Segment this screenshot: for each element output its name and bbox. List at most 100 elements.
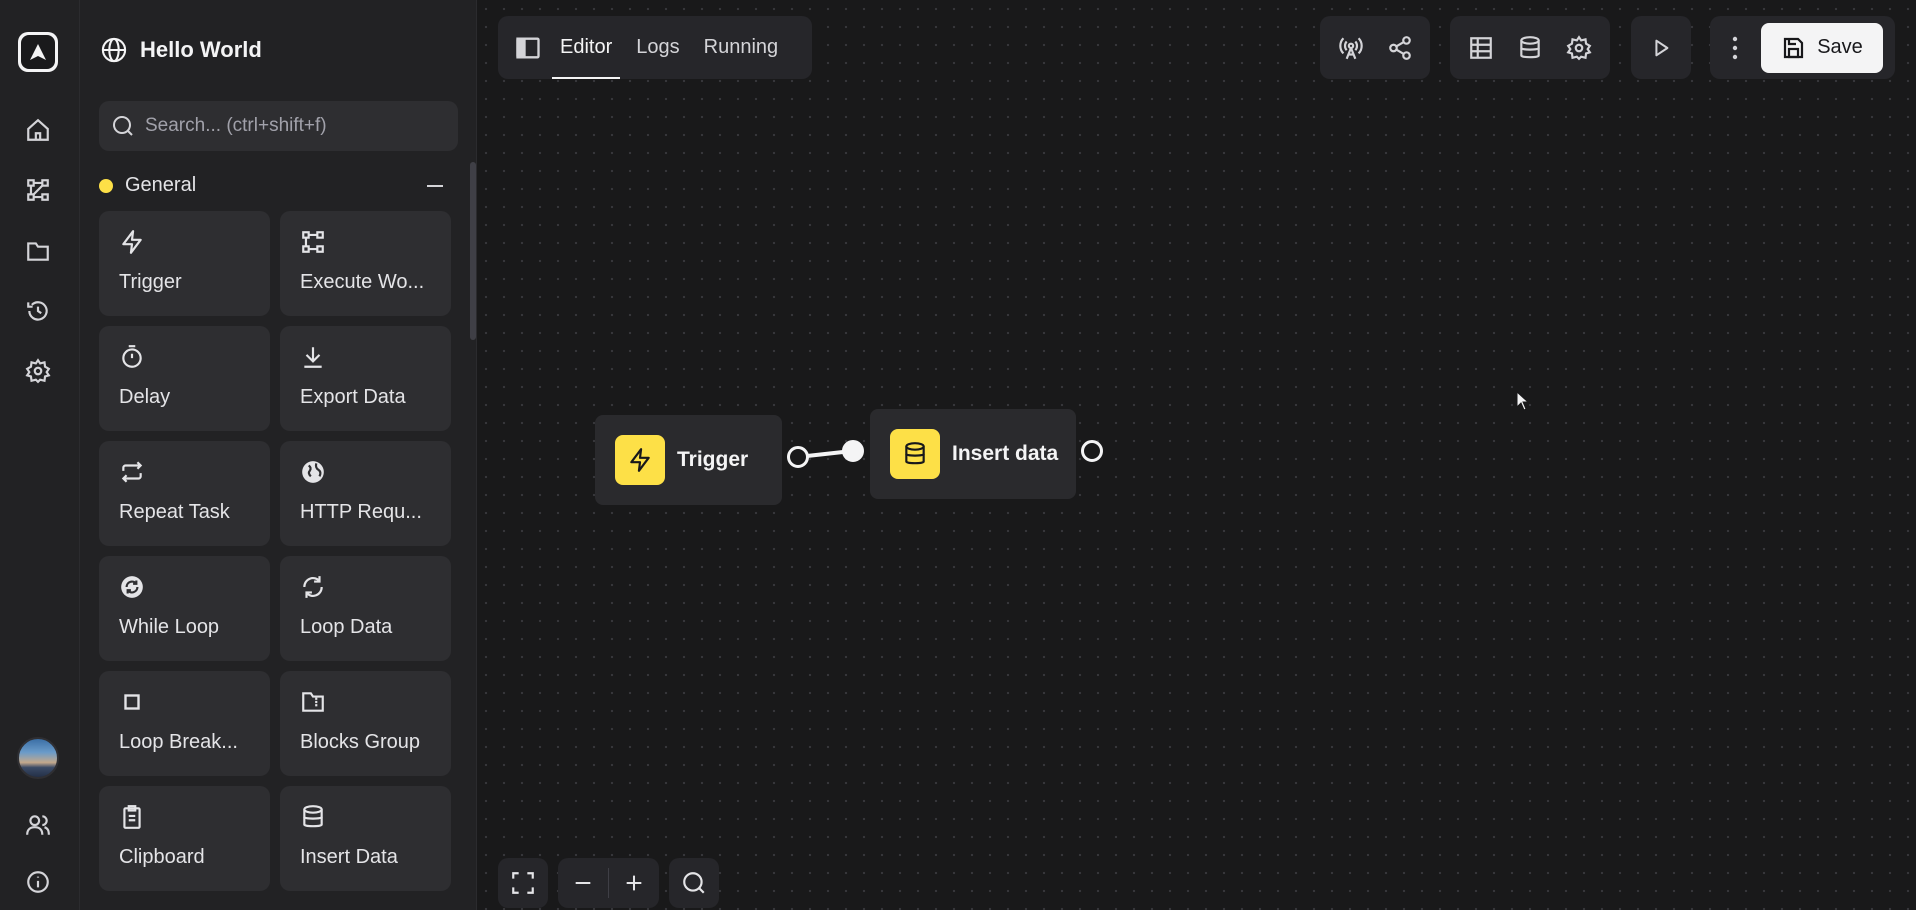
editor-tabs: Editor Logs Running bbox=[498, 16, 812, 79]
data-group bbox=[1450, 16, 1610, 79]
lightning-icon bbox=[122, 230, 142, 254]
home-button[interactable] bbox=[18, 110, 58, 150]
refresh-icon bbox=[303, 576, 323, 598]
globe-icon bbox=[302, 461, 324, 483]
workflow-settings-button[interactable] bbox=[1559, 27, 1600, 69]
team-button[interactable] bbox=[18, 805, 58, 845]
sidebar-toggle-icon[interactable] bbox=[514, 34, 542, 62]
run-button[interactable] bbox=[1640, 27, 1682, 69]
tab-editor[interactable]: Editor bbox=[551, 16, 621, 79]
category-label: General bbox=[125, 174, 197, 196]
repeat-icon bbox=[121, 461, 143, 483]
blocks-sidebar: Hello World General Trigger Execute Wo..… bbox=[80, 0, 477, 910]
block-label: Execute Wo... bbox=[300, 271, 425, 293]
block-export-data[interactable]: Export Data bbox=[280, 326, 451, 431]
tab-running[interactable]: Running bbox=[704, 16, 779, 79]
lightning-icon bbox=[630, 448, 650, 472]
tab-logs[interactable]: Logs bbox=[636, 16, 679, 79]
sidebar-scrollbar[interactable] bbox=[470, 162, 476, 340]
database-icon bbox=[1520, 35, 1540, 58]
more-vertical-icon bbox=[1732, 36, 1738, 59]
settings-button[interactable] bbox=[18, 351, 58, 391]
block-while-loop[interactable]: While Loop bbox=[99, 556, 270, 661]
block-label: Loop Data bbox=[300, 616, 393, 638]
block-label: Trigger bbox=[119, 271, 182, 293]
share-button[interactable] bbox=[1379, 27, 1420, 69]
play-icon bbox=[1655, 39, 1669, 56]
storage-button[interactable] bbox=[18, 231, 58, 271]
table-icon bbox=[1469, 36, 1492, 59]
block-http-request[interactable]: HTTP Requ... bbox=[280, 441, 451, 546]
app-logo[interactable] bbox=[18, 32, 58, 72]
download-icon bbox=[304, 347, 322, 368]
save-button[interactable]: Save bbox=[1761, 22, 1883, 73]
more-group: Save bbox=[1710, 16, 1895, 79]
search-nodes-button[interactable] bbox=[669, 858, 719, 908]
timer-icon bbox=[122, 345, 142, 368]
share-icon bbox=[1388, 35, 1411, 60]
block-loop-breakpoint[interactable]: Loop Break... bbox=[99, 671, 270, 776]
workflow-icon bbox=[302, 231, 324, 253]
block-delay[interactable]: Delay bbox=[99, 326, 270, 431]
search-input[interactable] bbox=[145, 115, 445, 137]
zoom-controls bbox=[558, 858, 659, 908]
loop-circle-icon bbox=[121, 576, 143, 598]
insert-data-output-handle[interactable] bbox=[1081, 440, 1103, 462]
block-label: HTTP Requ... bbox=[300, 501, 422, 523]
save-label: Save bbox=[1817, 36, 1863, 58]
block-trigger[interactable]: Trigger bbox=[99, 211, 270, 316]
category-general[interactable]: General bbox=[99, 174, 449, 197]
node-label: Trigger bbox=[677, 448, 749, 471]
node-insert-data[interactable]: Insert data bbox=[870, 409, 1076, 499]
plus-icon bbox=[626, 875, 642, 891]
clipboard-icon bbox=[123, 805, 141, 829]
minus-icon bbox=[575, 881, 591, 885]
table-button[interactable] bbox=[1460, 27, 1501, 69]
globe-icon bbox=[101, 37, 127, 63]
block-label: Export Data bbox=[300, 386, 406, 408]
node-trigger[interactable]: Trigger bbox=[595, 415, 782, 505]
save-icon bbox=[1784, 37, 1804, 58]
block-clipboard[interactable]: Clipboard bbox=[99, 786, 270, 891]
insert-data-input-handle[interactable] bbox=[842, 440, 864, 462]
block-loop-data[interactable]: Loop Data bbox=[280, 556, 451, 661]
gear-icon bbox=[1566, 34, 1592, 60]
workflow-header: Hello World bbox=[100, 36, 262, 64]
zoom-in-button[interactable] bbox=[609, 858, 659, 908]
zoom-out-button[interactable] bbox=[558, 858, 608, 908]
blocks-grid: Trigger Execute Wo... Delay Export Data … bbox=[99, 211, 451, 891]
category-color-dot bbox=[99, 178, 113, 193]
run-group bbox=[1631, 16, 1691, 79]
folder-zip-icon bbox=[302, 692, 324, 712]
workflows-button[interactable] bbox=[18, 170, 58, 210]
block-search[interactable] bbox=[99, 101, 458, 151]
block-label: Insert Data bbox=[300, 846, 398, 868]
share-group bbox=[1320, 16, 1430, 79]
block-repeat-task[interactable]: Repeat Task bbox=[99, 441, 270, 546]
workflow-title[interactable]: Hello World bbox=[140, 37, 262, 63]
block-blocks-group[interactable]: Blocks Group bbox=[280, 671, 451, 776]
block-execute-workflow[interactable]: Execute Wo... bbox=[280, 211, 451, 316]
node-icon-box bbox=[890, 429, 940, 479]
trigger-output-handle[interactable] bbox=[787, 446, 809, 468]
search-icon bbox=[113, 116, 133, 136]
collapse-icon[interactable] bbox=[427, 184, 443, 187]
logs-button[interactable] bbox=[18, 291, 58, 331]
more-button[interactable] bbox=[1717, 27, 1753, 69]
block-label: Loop Break... bbox=[119, 731, 238, 753]
fullscreen-button[interactable] bbox=[498, 858, 548, 908]
app-rail bbox=[0, 0, 80, 910]
info-icon bbox=[27, 871, 49, 893]
about-button[interactable] bbox=[18, 862, 58, 902]
stop-square-icon bbox=[124, 694, 140, 710]
storage-data-button[interactable] bbox=[1509, 27, 1550, 69]
host-workflow-button[interactable] bbox=[1330, 27, 1371, 69]
block-insert-data[interactable]: Insert Data bbox=[280, 786, 451, 891]
avatar[interactable] bbox=[17, 737, 59, 779]
gear-icon bbox=[25, 358, 51, 384]
folder-icon bbox=[27, 242, 49, 261]
fullscreen-icon bbox=[512, 872, 534, 894]
home-icon bbox=[27, 118, 49, 141]
users-icon bbox=[26, 815, 50, 835]
workflow-icon bbox=[27, 179, 49, 201]
